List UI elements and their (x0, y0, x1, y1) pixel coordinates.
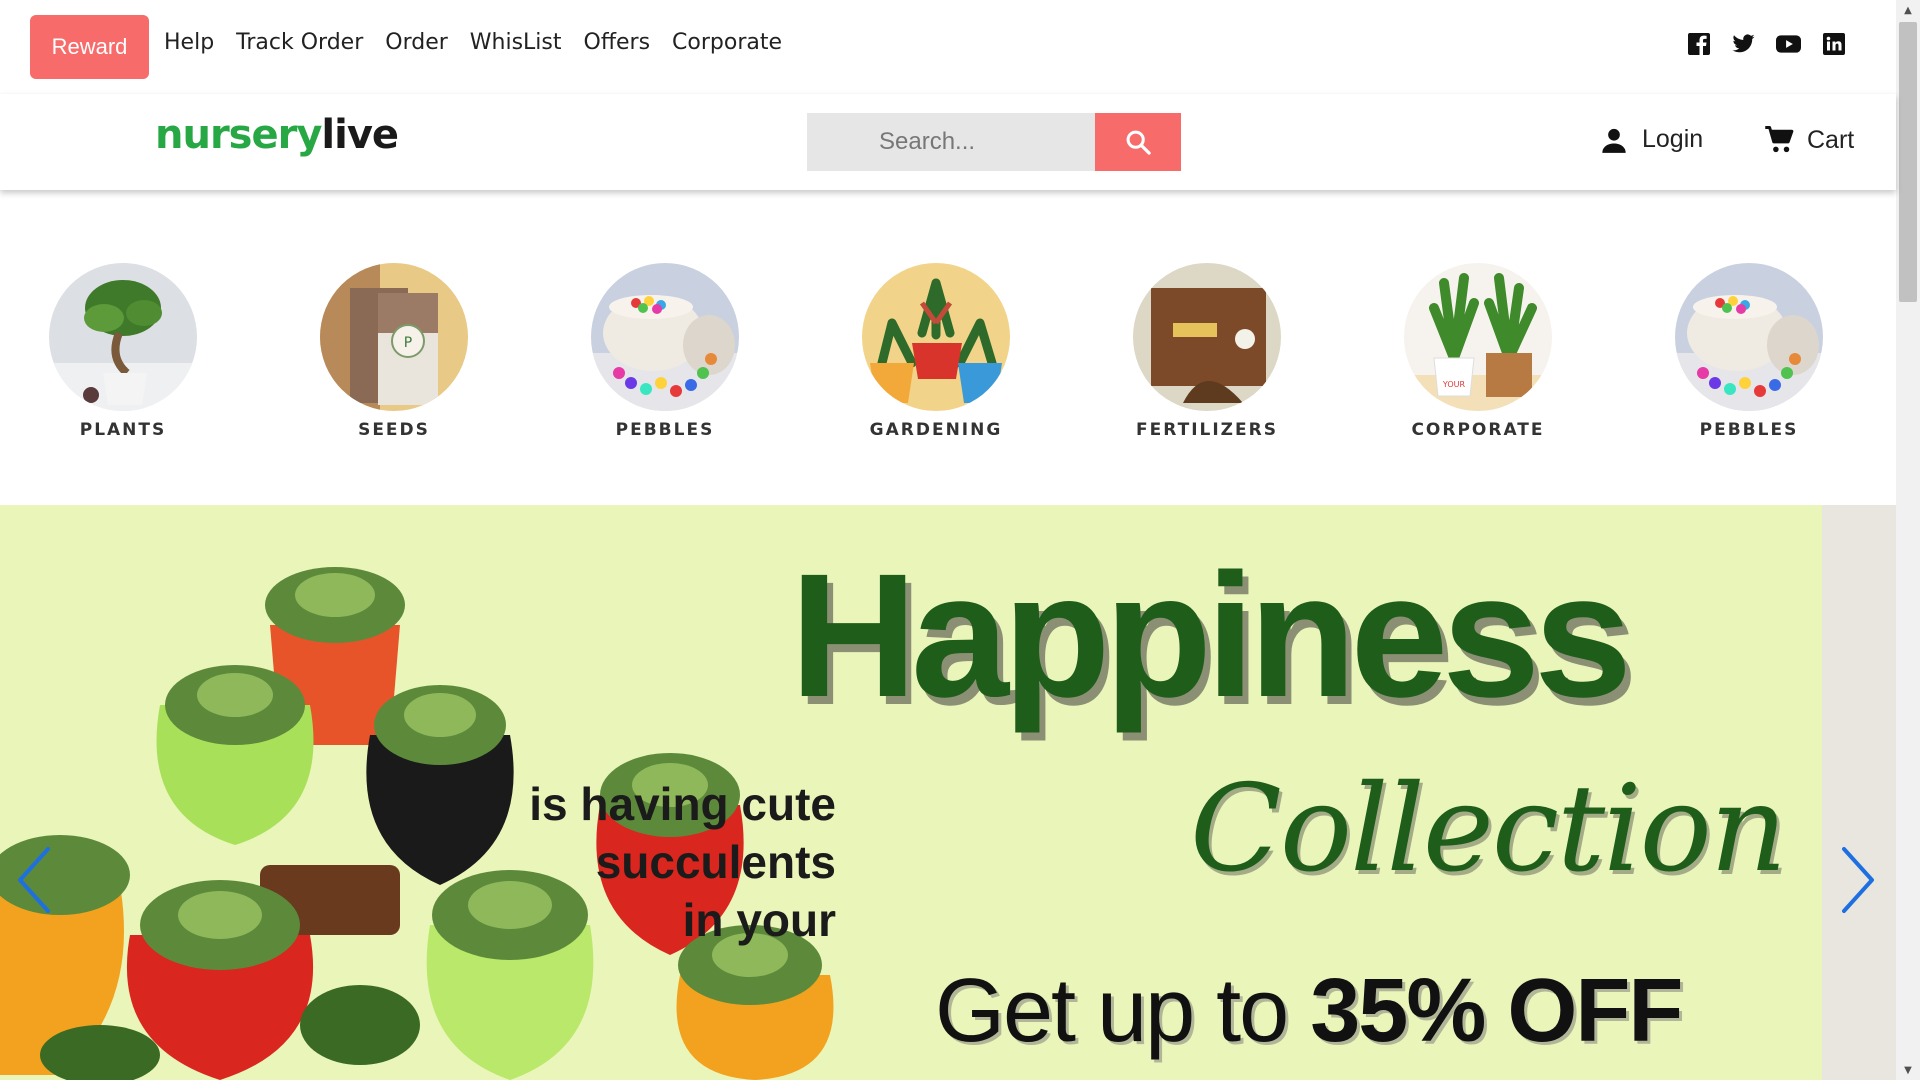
scroll-down-icon[interactable]: ▼ (1896, 1060, 1920, 1080)
top-bar: Reward Help Track Order Order WhisList O… (0, 0, 1896, 94)
category-label: FERTILIZERS (1136, 420, 1278, 440)
scrollbar-thumb[interactable] (1899, 22, 1917, 302)
banner-line-3: in your (682, 894, 836, 946)
facebook-icon[interactable] (1686, 31, 1711, 56)
user-icon (1602, 128, 1626, 153)
banner-wall-texture (1822, 505, 1896, 1080)
category-label: PEBBLES (615, 420, 715, 440)
category-strip: PLANTS P SEEDS PEBBLES GARDENING FERTILI… (0, 190, 1896, 505)
category-label: SEEDS (358, 420, 430, 440)
search-input[interactable]: Search... (807, 113, 1095, 171)
category-corporate[interactable]: YOUR CORPORATE (1398, 263, 1558, 440)
youtube-icon[interactable] (1776, 31, 1801, 56)
cart-button[interactable]: Cart (1763, 125, 1854, 155)
category-pebbles-2[interactable]: PEBBLES (1669, 263, 1829, 440)
svg-text:YOUR: YOUR (1442, 380, 1466, 389)
category-seeds-image: P (320, 263, 468, 411)
banner-offer-value: 35% OFF (1310, 961, 1683, 1061)
hero-banner[interactable]: Happiness is having cute succulents in y… (0, 505, 1896, 1080)
logo-part-nursery: nursery (155, 112, 322, 158)
main-header: nurserylive Search... Login Cart (0, 94, 1896, 190)
category-pebbles-2-image (1675, 263, 1823, 411)
banner-offer-prefix: Get up to (935, 961, 1311, 1061)
banner-title: Happiness (790, 538, 1632, 734)
linkedin-icon[interactable] (1821, 31, 1846, 56)
category-seeds[interactable]: P SEEDS (314, 263, 474, 440)
twitter-icon[interactable] (1731, 31, 1756, 56)
category-label: CORPORATE (1411, 420, 1545, 440)
top-nav: Help Track Order Order WhisList Offers C… (164, 30, 782, 55)
category-corporate-image: YOUR (1404, 263, 1552, 411)
nav-wishlist-link[interactable]: WhisList (470, 30, 562, 55)
login-label: Login (1642, 125, 1704, 153)
category-fertilizers-image (1133, 263, 1281, 411)
category-pebbles-image (591, 263, 739, 411)
social-links (1686, 31, 1846, 56)
nav-track-order-link[interactable]: Track Order (236, 30, 363, 55)
category-plants[interactable]: PLANTS (43, 263, 203, 440)
nav-offers-link[interactable]: Offers (584, 30, 651, 55)
category-label: PLANTS (79, 420, 167, 440)
page-scrollbar[interactable]: ▲ ▼ (1896, 0, 1920, 1080)
svg-text:P: P (404, 335, 412, 351)
login-button[interactable]: Login (1600, 125, 1703, 154)
carousel-prev-arrow-icon[interactable] (14, 845, 54, 915)
search-placeholder: Search... (879, 128, 976, 155)
search-button[interactable] (1095, 113, 1181, 171)
site-logo[interactable]: nurserylive (155, 112, 399, 158)
category-gardening-image (862, 263, 1010, 411)
scroll-up-icon[interactable]: ▲ (1896, 0, 1920, 20)
cart-icon (1765, 126, 1794, 153)
banner-line-2: succulents (595, 836, 836, 888)
cart-label: Cart (1807, 125, 1855, 154)
category-gardening[interactable]: GARDENING (856, 263, 1016, 440)
category-label: GARDENING (869, 420, 1003, 440)
carousel-next-arrow-icon[interactable] (1838, 845, 1878, 915)
logo-part-live: live (321, 112, 399, 158)
category-label: PEBBLES (1699, 420, 1799, 440)
nav-order-link[interactable]: Order (385, 30, 448, 55)
banner-offer: Get up to 35% OFF (935, 960, 1683, 1063)
search-icon (1126, 130, 1151, 155)
reward-button[interactable]: Reward (30, 15, 149, 79)
category-fertilizers[interactable]: FERTILIZERS (1127, 263, 1287, 440)
banner-script-word: Collection (1190, 760, 1787, 899)
banner-line-1: is having cute (529, 778, 836, 830)
category-pebbles[interactable]: PEBBLES (585, 263, 745, 440)
nav-corporate-link[interactable]: Corporate (672, 30, 782, 55)
category-plants-image (49, 263, 197, 411)
nav-help-link[interactable]: Help (164, 30, 214, 55)
